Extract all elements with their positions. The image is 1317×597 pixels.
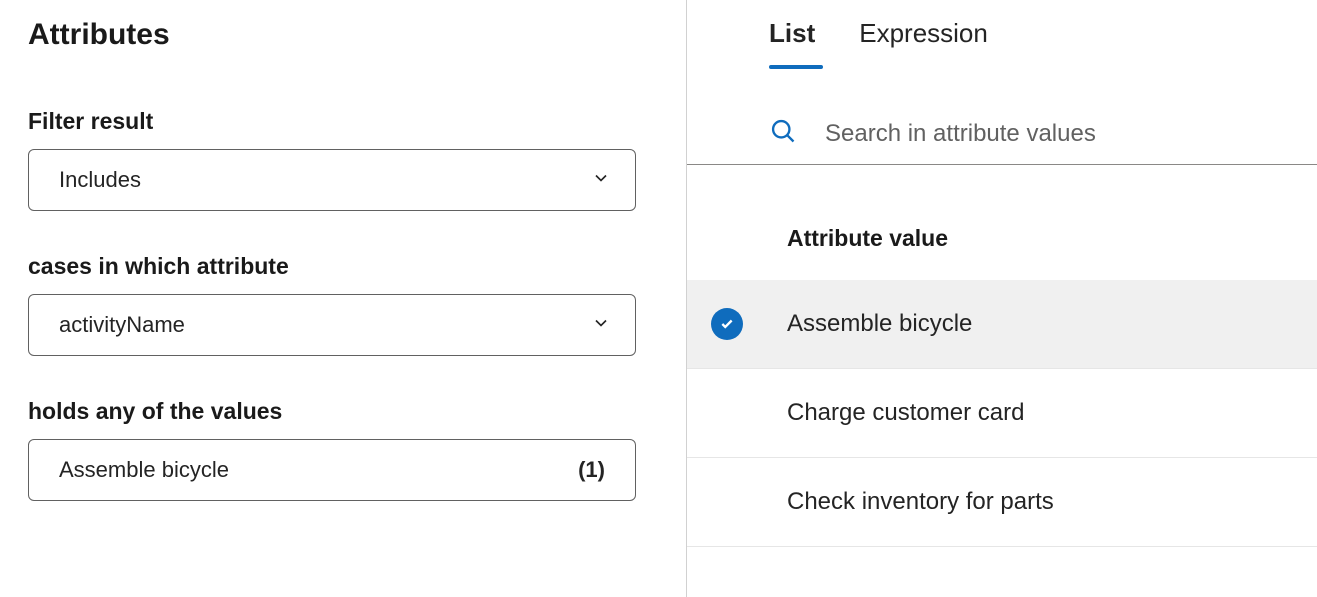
tab-list[interactable]: List bbox=[769, 18, 815, 69]
values-select[interactable]: Assemble bicycle (1) bbox=[28, 439, 636, 501]
attribute-select[interactable]: activityName bbox=[28, 294, 636, 356]
list-item[interactable]: Check inventory for parts bbox=[687, 458, 1317, 547]
filter-result-label: Filter result bbox=[28, 108, 658, 135]
search-icon bbox=[769, 117, 797, 150]
tabs: List Expression bbox=[687, 18, 1317, 69]
values-text: Assemble bicycle bbox=[59, 457, 229, 483]
filter-result-select[interactable]: Includes bbox=[28, 149, 636, 211]
values-count: (1) bbox=[578, 457, 605, 483]
chevron-down-icon bbox=[591, 168, 611, 193]
attribute-label: cases in which attribute bbox=[28, 253, 658, 280]
values-panel: List Expression Attribute value Assemble… bbox=[687, 0, 1317, 597]
attribute-value: activityName bbox=[59, 312, 185, 338]
list-header: Attribute value bbox=[687, 225, 1317, 252]
filter-result-value: Includes bbox=[59, 167, 141, 193]
values-label: holds any of the values bbox=[28, 398, 658, 425]
list-item[interactable]: Assemble bicycle bbox=[687, 280, 1317, 369]
panel-title: Attributes bbox=[28, 18, 658, 52]
list-item-label: Check inventory for parts bbox=[787, 488, 1054, 516]
list-item[interactable]: Charge customer card bbox=[687, 369, 1317, 458]
search-input[interactable] bbox=[825, 120, 1317, 148]
chevron-down-icon bbox=[591, 313, 611, 338]
list-item-label: Charge customer card bbox=[787, 399, 1024, 427]
attributes-panel: Attributes Filter result Includes cases … bbox=[0, 0, 687, 597]
tab-expression[interactable]: Expression bbox=[859, 18, 988, 69]
check-icon bbox=[711, 308, 743, 340]
list-item-label: Assemble bicycle bbox=[787, 310, 972, 338]
search-row bbox=[687, 117, 1317, 165]
